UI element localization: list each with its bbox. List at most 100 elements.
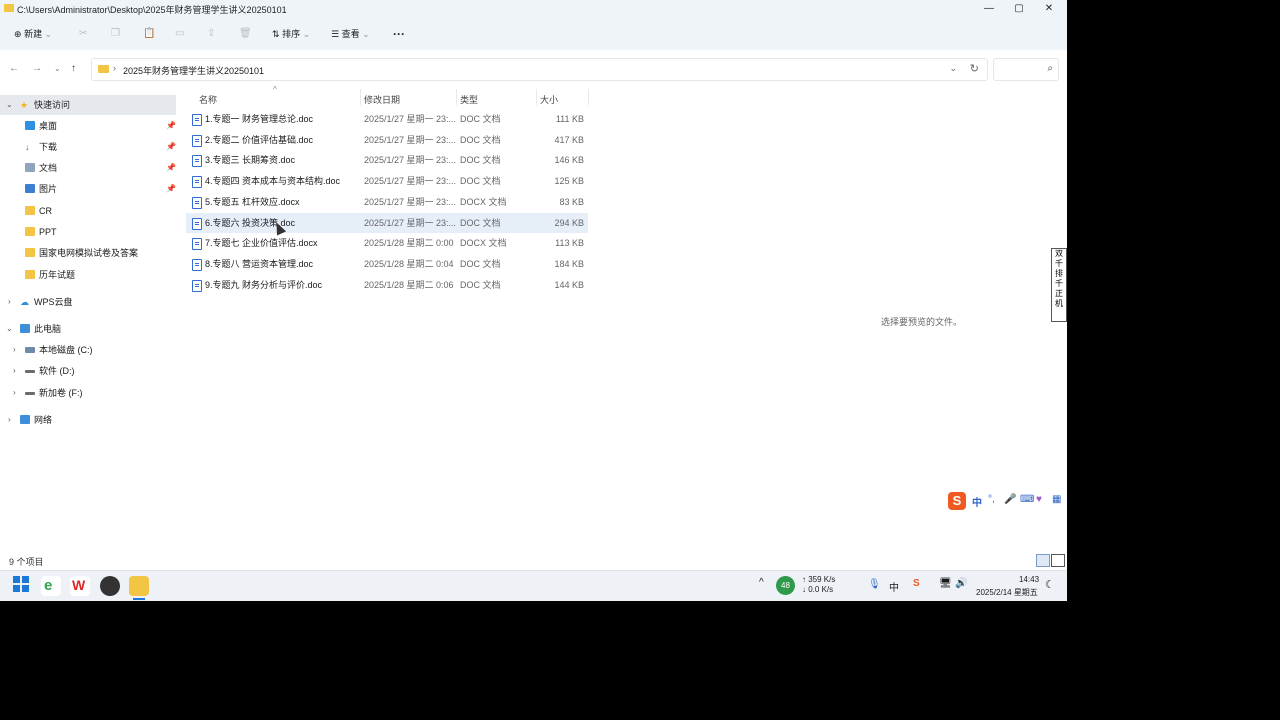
chevron-right-icon[interactable]: ›: [13, 340, 16, 360]
chevron-down-icon[interactable]: ⌄: [6, 95, 13, 115]
pin-icon[interactable]: 📌: [166, 116, 176, 136]
back-arrow-icon[interactable]: ←: [9, 63, 19, 74]
rename-icon[interactable]: ▭: [175, 27, 184, 41]
pin-icon[interactable]: 📌: [166, 137, 176, 157]
more-button[interactable]: ···: [393, 27, 405, 41]
cut-icon[interactable]: ✂: [79, 27, 87, 41]
copy-icon[interactable]: ❐: [111, 27, 120, 41]
edge-browser-icon[interactable]: e: [41, 576, 61, 596]
nav-item-downloads[interactable]: ↓ 下载 📌: [0, 137, 176, 157]
taskbar: e W ^ 48 ↑ 359 K/s ↓ 0.0 K/s 🎙 中 S 🖥 🔊 1…: [0, 570, 1067, 601]
ime-lang-toggle[interactable]: 中: [972, 494, 982, 509]
minimize-button[interactable]: —: [974, 0, 1004, 18]
skin-icon[interactable]: ♥: [1036, 494, 1042, 505]
sort-button[interactable]: ⇅ 排序 ⌄: [272, 27, 310, 41]
chevron-down-icon[interactable]: ⌄: [949, 63, 957, 74]
file-type: DOCX 文档: [460, 196, 507, 207]
column-header-date[interactable]: 修改日期: [364, 93, 400, 106]
column-header-size[interactable]: 大小: [540, 93, 558, 106]
up-arrow-icon[interactable]: ↑: [71, 63, 76, 74]
file-row[interactable]: 9.专题九 财务分析与评价.doc 2025/1/28 星期二 0:06 DOC 文…: [186, 275, 588, 295]
maximize-button[interactable]: ▢: [1004, 0, 1034, 18]
forward-arrow-icon[interactable]: →: [32, 63, 42, 74]
nav-item-pictures[interactable]: 图片 📌: [0, 179, 176, 199]
strip-char: 机: [1055, 299, 1063, 308]
nav-network[interactable]: › 网络: [0, 410, 176, 430]
column-divider[interactable]: [536, 89, 537, 105]
pin-icon[interactable]: 📌: [166, 158, 176, 178]
net-download: ↓ 0.0 K/s: [802, 585, 834, 594]
cpu-badge[interactable]: 48: [776, 576, 795, 595]
column-divider[interactable]: [360, 89, 361, 105]
thumbnail-view-icon[interactable]: [1051, 554, 1065, 567]
nav-item-documents[interactable]: 文档 📌: [0, 158, 176, 178]
start-windows-icon[interactable]: [13, 576, 29, 592]
chevron-right-icon[interactable]: ›: [13, 361, 16, 381]
column-header-type[interactable]: 类型: [460, 93, 478, 106]
nav-this-pc[interactable]: ⌄ 此电脑: [0, 319, 176, 339]
search-input[interactable]: ⌕: [993, 58, 1059, 81]
nav-label: 快速访问: [34, 100, 71, 110]
file-size: 294 KB: [554, 217, 584, 228]
chevron-right-icon[interactable]: ›: [8, 410, 11, 430]
file-row[interactable]: 2.专题二 价值评估基础.doc 2025/1/27 星期一 23:... DOC …: [186, 130, 588, 150]
nav-label: 文档: [39, 163, 58, 173]
file-explorer-taskbar-icon[interactable]: [129, 576, 149, 596]
column-divider[interactable]: [456, 89, 457, 105]
file-row[interactable]: 3.专题三 长期筹资.doc 2025/1/27 星期一 23:... DOC 文档…: [186, 150, 588, 170]
file-row[interactable]: 4.专题四 资本成本与资本结构.doc 2025/1/27 星期一 23:... D…: [186, 171, 588, 191]
close-button[interactable]: ✕: [1034, 0, 1064, 18]
nav-wps-cloud[interactable]: › ☁ WPS云盘: [0, 292, 176, 312]
nav-label: PPT: [39, 227, 57, 237]
column-divider[interactable]: [588, 89, 589, 105]
file-row[interactable]: 1.专题一 财务管理总论.doc 2025/1/27 星期一 23:... DOC …: [186, 109, 588, 129]
sogou-tray-icon[interactable]: S: [913, 578, 920, 589]
microphone-icon[interactable]: 🎤: [1004, 494, 1016, 505]
media-app-icon[interactable]: [100, 576, 120, 596]
ime-punct-toggle[interactable]: °,: [988, 494, 995, 505]
address-bar[interactable]: › 2025年财务管理学生讲义20250101 ⌄ ↻: [91, 58, 988, 81]
tray-ime-lang[interactable]: 中: [889, 579, 899, 594]
recent-chevron-icon[interactable]: ⌄: [54, 64, 61, 73]
view-button[interactable]: ☰ 查看 ⌄: [331, 27, 370, 41]
delete-icon[interactable]: 🗑: [239, 27, 252, 41]
column-header-name[interactable]: 名称: [199, 93, 217, 106]
file-row[interactable]: 8.专题八 营运资本管理.doc 2025/1/28 星期二 0:04 DOC 文档…: [186, 254, 588, 274]
chevron-right-icon[interactable]: ›: [13, 383, 16, 403]
nav-drive-d[interactable]: › 软件 (D:): [0, 361, 176, 381]
nav-quick-access[interactable]: ⌄ ★ 快速访问: [0, 95, 176, 115]
ime-toolbar[interactable]: S 中 °, 🎤 ⌨ ♥ ▦: [946, 490, 1066, 512]
side-floating-toolbar[interactable]: 双 千 排 千 正 机: [1051, 248, 1067, 322]
microphone-icon[interactable]: 🎙: [868, 579, 881, 590]
new-button[interactable]: ⊕ 新建 ⌄: [14, 27, 52, 41]
refresh-icon[interactable]: ↻: [970, 62, 979, 75]
file-row[interactable]: 5.专题五 杠杆效应.docx 2025/1/27 星期一 23:... DOCX …: [186, 192, 588, 212]
toolbox-grid-icon[interactable]: ▦: [1052, 494, 1061, 505]
nav-item-cr[interactable]: CR: [0, 201, 176, 221]
file-row[interactable]: 7.专题七 企业价值评估.docx 2025/1/28 星期二 0:00 DOCX …: [186, 233, 588, 253]
pin-icon[interactable]: 📌: [166, 179, 176, 199]
chevron-right-icon[interactable]: ›: [8, 292, 11, 312]
share-icon[interactable]: ⇪: [207, 27, 215, 41]
nav-item-ppt[interactable]: PPT: [0, 222, 176, 242]
volume-icon[interactable]: 🔊: [955, 578, 967, 589]
nav-item-past-exams[interactable]: 历年试题: [0, 265, 176, 285]
nav-item-grid-exam[interactable]: 国家电网模拟试卷及答案: [0, 243, 176, 263]
network-tray-icon[interactable]: 🖥: [939, 578, 952, 589]
notification-icon[interactable]: ☾: [1045, 578, 1055, 591]
details-view-icon[interactable]: [1036, 554, 1050, 567]
wps-office-icon[interactable]: W: [70, 576, 90, 596]
nav-item-desktop[interactable]: 桌面 📌: [0, 116, 176, 136]
paste-icon[interactable]: 📋: [143, 27, 155, 41]
chevron-down-icon[interactable]: ⌄: [6, 319, 13, 339]
keyboard-icon[interactable]: ⌨: [1020, 494, 1034, 505]
file-date: 2025/1/28 星期二 0:04: [364, 258, 454, 269]
sogou-logo-icon[interactable]: S: [948, 492, 966, 510]
nav-drive-c[interactable]: › 本地磁盘 (C:): [0, 340, 176, 360]
clock-date[interactable]: 2025/2/14 星期五: [976, 587, 1038, 598]
chevron-up-icon[interactable]: ^: [759, 577, 764, 607]
strip-char: 排: [1055, 269, 1063, 278]
clock-time[interactable]: 14:43: [1019, 575, 1039, 584]
nav-drive-f[interactable]: › 新加卷 (F:): [0, 383, 176, 403]
file-row[interactable]: 6.专题六 投资决策.doc 2025/1/27 星期一 23:... DOC 文档…: [186, 212, 588, 233]
